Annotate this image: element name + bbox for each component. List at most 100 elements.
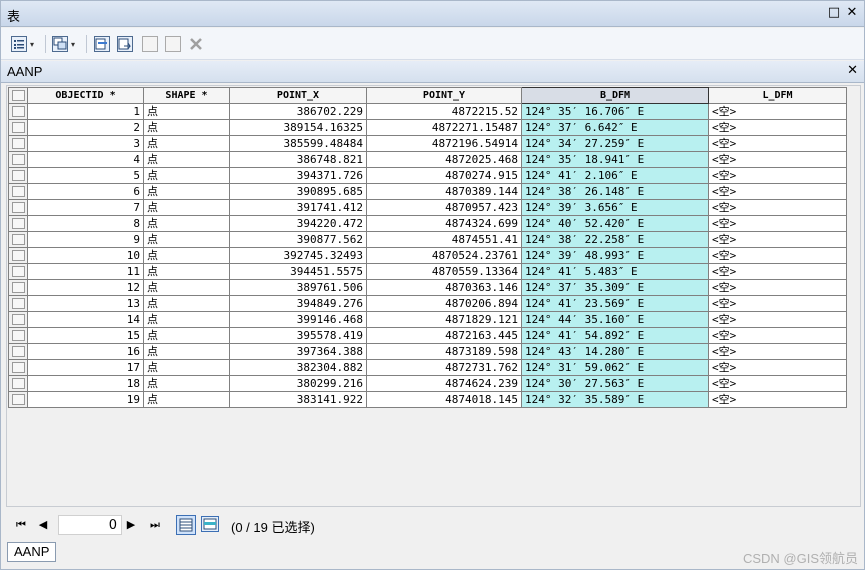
cell-objectid[interactable]: 11 — [27, 263, 144, 280]
last-record-button[interactable]: ⏭ — [148, 518, 162, 532]
cell-point-y[interactable]: 4874551.41 — [366, 231, 522, 248]
cell-point-x[interactable]: 390895.685 — [229, 183, 367, 200]
cell-b-dfm[interactable]: 124° 37′ 35.309″ E — [521, 279, 709, 296]
cell-l-dfm[interactable]: <空> — [708, 327, 847, 344]
cell-shape[interactable]: 点 — [143, 247, 230, 264]
table-row[interactable]: 14 点 399146.468 4871829.121 124° 44′ 35.160″… — [8, 311, 847, 328]
cell-objectid[interactable]: 19 — [27, 391, 144, 408]
switch-selection-button[interactable] — [117, 35, 133, 53]
cell-b-dfm[interactable]: 124° 30′ 27.563″ E — [521, 375, 709, 392]
cell-point-x[interactable]: 389154.16325 — [229, 119, 367, 136]
maximize-button[interactable]: □ — [826, 5, 842, 21]
cell-point-x[interactable]: 394849.276 — [229, 295, 367, 312]
row-selector[interactable] — [8, 359, 28, 376]
cell-shape[interactable]: 点 — [143, 343, 230, 360]
close-window-button[interactable]: ✕ — [844, 5, 860, 21]
cell-point-y[interactable]: 4874018.145 — [366, 391, 522, 408]
cell-b-dfm[interactable]: 124° 31′ 59.062″ E — [521, 359, 709, 376]
cell-objectid[interactable]: 3 — [27, 135, 144, 152]
row-selector[interactable] — [8, 119, 28, 136]
cell-b-dfm[interactable]: 124° 39′ 3.656″ E — [521, 199, 709, 216]
cell-point-x[interactable]: 386748.821 — [229, 151, 367, 168]
cell-point-y[interactable]: 4870524.23761 — [366, 247, 522, 264]
cell-objectid[interactable]: 5 — [27, 167, 144, 184]
cell-objectid[interactable]: 13 — [27, 295, 144, 312]
table-row[interactable]: 1 点 386702.229 4872215.52 124° 35′ 16.706″ E… — [8, 103, 847, 120]
cell-b-dfm[interactable]: 124° 35′ 16.706″ E — [521, 103, 709, 120]
cell-point-x[interactable]: 397364.388 — [229, 343, 367, 360]
cell-point-y[interactable]: 4874624.239 — [366, 375, 522, 392]
cell-b-dfm[interactable]: 124° 40′ 52.420″ E — [521, 215, 709, 232]
cell-l-dfm[interactable]: <空> — [708, 151, 847, 168]
cell-l-dfm[interactable]: <空> — [708, 183, 847, 200]
table-row[interactable]: 11 点 394451.5575 4870559.13364 124° 41′ 5.48… — [8, 263, 847, 280]
cell-shape[interactable]: 点 — [143, 375, 230, 392]
cell-l-dfm[interactable]: <空> — [708, 215, 847, 232]
cell-shape[interactable]: 点 — [143, 327, 230, 344]
row-selector[interactable] — [8, 231, 28, 248]
cell-point-x[interactable]: 394371.726 — [229, 167, 367, 184]
cell-l-dfm[interactable]: <空> — [708, 135, 847, 152]
cell-shape[interactable]: 点 — [143, 359, 230, 376]
cell-point-y[interactable]: 4870206.894 — [366, 295, 522, 312]
row-selector[interactable] — [8, 391, 28, 408]
cell-shape[interactable]: 点 — [143, 215, 230, 232]
cell-objectid[interactable]: 9 — [27, 231, 144, 248]
table-row[interactable]: 12 点 389761.506 4870363.146 124° 37′ 35.309″… — [8, 279, 847, 296]
cell-point-y[interactable]: 4870389.144 — [366, 183, 522, 200]
cell-point-y[interactable]: 4872163.445 — [366, 327, 522, 344]
table-row[interactable]: 17 点 382304.882 4872731.762 124° 31′ 59.062″… — [8, 359, 847, 376]
table-row[interactable]: 18 点 380299.216 4874624.239 124° 30′ 27.563″… — [8, 375, 847, 392]
cell-b-dfm[interactable]: 124° 34′ 27.259″ E — [521, 135, 709, 152]
cell-shape[interactable]: 点 — [143, 167, 230, 184]
cell-b-dfm[interactable]: 124° 39′ 48.993″ E — [521, 247, 709, 264]
cell-point-x[interactable]: 389761.506 — [229, 279, 367, 296]
cell-point-y[interactable]: 4874324.699 — [366, 215, 522, 232]
table-row[interactable]: 8 点 394220.472 4874324.699 124° 40′ 52.420″ … — [8, 215, 847, 232]
row-selector[interactable] — [8, 343, 28, 360]
show-selected-records-button[interactable] — [201, 516, 219, 532]
row-selector[interactable] — [8, 215, 28, 232]
table-row[interactable]: 19 点 383141.922 4874018.145 124° 32′ 35.589″… — [8, 391, 847, 408]
cell-point-x[interactable]: 382304.882 — [229, 359, 367, 376]
table-options-button[interactable]: ▾ — [11, 35, 34, 53]
current-record-input[interactable]: 0 — [58, 515, 122, 535]
cell-l-dfm[interactable]: <空> — [708, 247, 847, 264]
cell-shape[interactable]: 点 — [143, 119, 230, 136]
cell-b-dfm[interactable]: 124° 41′ 23.569″ E — [521, 295, 709, 312]
row-selector[interactable] — [8, 295, 28, 312]
cell-point-x[interactable]: 380299.216 — [229, 375, 367, 392]
first-record-button[interactable]: ⏮ — [14, 518, 28, 532]
cell-shape[interactable]: 点 — [143, 135, 230, 152]
select-all-corner[interactable] — [8, 87, 28, 104]
cell-objectid[interactable]: 16 — [27, 343, 144, 360]
cell-l-dfm[interactable]: <空> — [708, 103, 847, 120]
table-row[interactable]: 9 点 390877.562 4874551.41 124° 38′ 22.258″ E… — [8, 231, 847, 248]
cell-objectid[interactable]: 4 — [27, 151, 144, 168]
cell-b-dfm[interactable]: 124° 41′ 2.106″ E — [521, 167, 709, 184]
table-row[interactable]: 13 点 394849.276 4870206.894 124° 41′ 23.569″… — [8, 295, 847, 312]
cell-shape[interactable]: 点 — [143, 391, 230, 408]
table-row[interactable]: 10 点 392745.32493 4870524.23761 124° 39′ 48.… — [8, 247, 847, 264]
cell-point-x[interactable]: 386702.229 — [229, 103, 367, 120]
select-by-attributes-button[interactable] — [94, 35, 110, 53]
cell-point-x[interactable]: 392745.32493 — [229, 247, 367, 264]
cell-l-dfm[interactable]: <空> — [708, 375, 847, 392]
close-tab-button[interactable]: ✕ — [847, 63, 858, 78]
table-tab-aanp[interactable]: AANP — [7, 542, 57, 562]
cell-shape[interactable]: 点 — [143, 199, 230, 216]
cell-point-x[interactable]: 399146.468 — [229, 311, 367, 328]
cell-objectid[interactable]: 12 — [27, 279, 144, 296]
cell-b-dfm[interactable]: 124° 44′ 35.160″ E — [521, 311, 709, 328]
cell-b-dfm[interactable]: 124° 37′ 6.642″ E — [521, 119, 709, 136]
table-row[interactable]: 15 点 395578.419 4872163.445 124° 41′ 54.892″… — [8, 327, 847, 344]
cell-objectid[interactable]: 1 — [27, 103, 144, 120]
table-row[interactable]: 7 点 391741.412 4870957.423 124° 39′ 3.656″ E… — [8, 199, 847, 216]
cell-l-dfm[interactable]: <空> — [708, 359, 847, 376]
cell-l-dfm[interactable]: <空> — [708, 231, 847, 248]
cell-objectid[interactable]: 7 — [27, 199, 144, 216]
cell-shape[interactable]: 点 — [143, 311, 230, 328]
table-row[interactable]: 3 点 385599.48484 4872196.54914 124° 34′ 27.2… — [8, 135, 847, 152]
cell-objectid[interactable]: 2 — [27, 119, 144, 136]
cell-point-x[interactable]: 395578.419 — [229, 327, 367, 344]
